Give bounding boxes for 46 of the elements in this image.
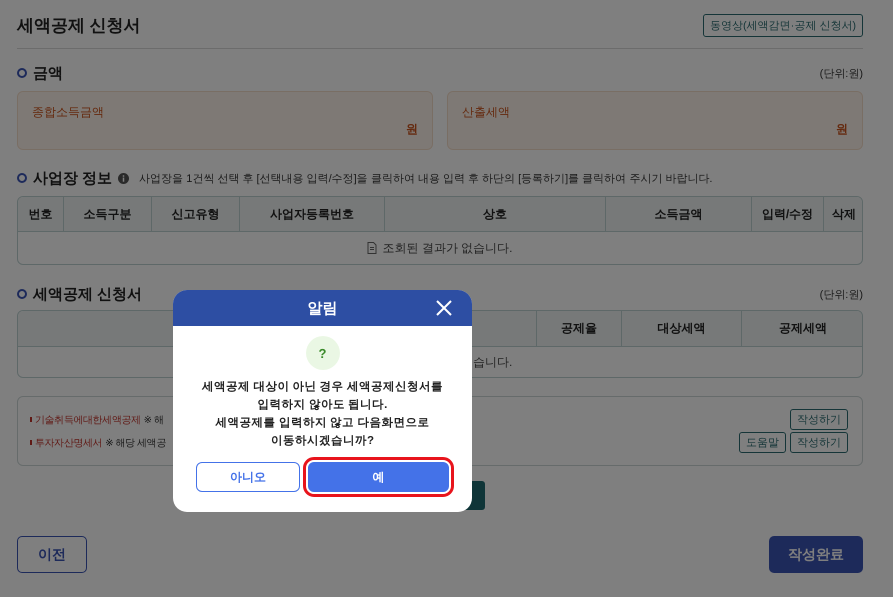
form-button[interactable]: 도움말: [739, 432, 786, 453]
note-text: ※ 해당 세액공: [105, 436, 166, 450]
close-icon[interactable]: [436, 300, 452, 316]
column-header: 상호: [384, 197, 605, 231]
complete-button[interactable]: 작성완료: [769, 536, 863, 573]
dialog-title: 알림: [308, 298, 338, 318]
column-header: 공제세액: [741, 311, 862, 346]
column-header: 입력/수정: [751, 197, 823, 231]
column-header: 사업자등록번호: [239, 197, 384, 231]
section-title: 세액공제 신청서: [33, 284, 142, 304]
amount-label: 종합소득금액: [32, 104, 105, 121]
bullet-mark: [30, 417, 32, 422]
form-button[interactable]: 작성하기: [790, 432, 848, 453]
unit-label: (단위:원): [820, 288, 863, 302]
column-header: 신고유형: [151, 197, 239, 231]
bullet-icon: [17, 173, 27, 183]
section-title: 사업장 정보: [33, 168, 112, 188]
section-title: 금액: [33, 64, 63, 82]
form-button[interactable]: 작성하기: [790, 409, 848, 430]
column-header: 번호: [28, 206, 54, 222]
info-icon: [118, 172, 130, 184]
bullet-mark: [30, 440, 32, 445]
currency-label: 원: [406, 121, 418, 138]
column-header: 대상세액: [621, 311, 741, 346]
page-title: 세액공제 신청서: [17, 14, 141, 36]
previous-button[interactable]: 이전: [17, 536, 87, 573]
amount-label: 산출세액: [462, 104, 511, 121]
question-icon: ?: [306, 336, 340, 370]
empty-message: 조회된 결과가 없습니다.: [382, 240, 512, 256]
form-link[interactable]: 기술취득에대한세액공제: [35, 412, 141, 426]
form-link[interactable]: 투자자산명세서: [35, 436, 102, 450]
column-header: 공제율: [536, 311, 621, 346]
column-header: 소득금액: [605, 197, 751, 231]
bullet-icon: [17, 289, 27, 299]
dialog-message: 세액공제 대상이 아닌 경우 세액공제신청서를 입력하지 않아도 됩니다. 세액공제를 입력하지 않고 다음화면으로 이동하시겠습니까?: [202, 380, 443, 449]
column-header: 삭제: [823, 197, 862, 231]
column-header: 소득구분: [63, 197, 151, 231]
empty-message: 습니다.: [473, 354, 512, 370]
cancel-button[interactable]: 아니오: [196, 462, 300, 492]
hint-text: 사업장을 1건씩 선택 후 [선택내용 입력/수정]을 클릭하여 내용 입력 후 하단의 [등록하기]를 클릭하여 주시기 바랍니다.: [139, 172, 712, 186]
currency-label: 원: [836, 121, 848, 138]
video-button[interactable]: 동영상(세액감면·공제 신청서): [702, 14, 863, 36]
document-icon: [367, 242, 378, 254]
bullet-icon: [17, 68, 27, 78]
note-text: ※ 해: [144, 414, 164, 426]
unit-label: (단위:원): [820, 66, 863, 80]
